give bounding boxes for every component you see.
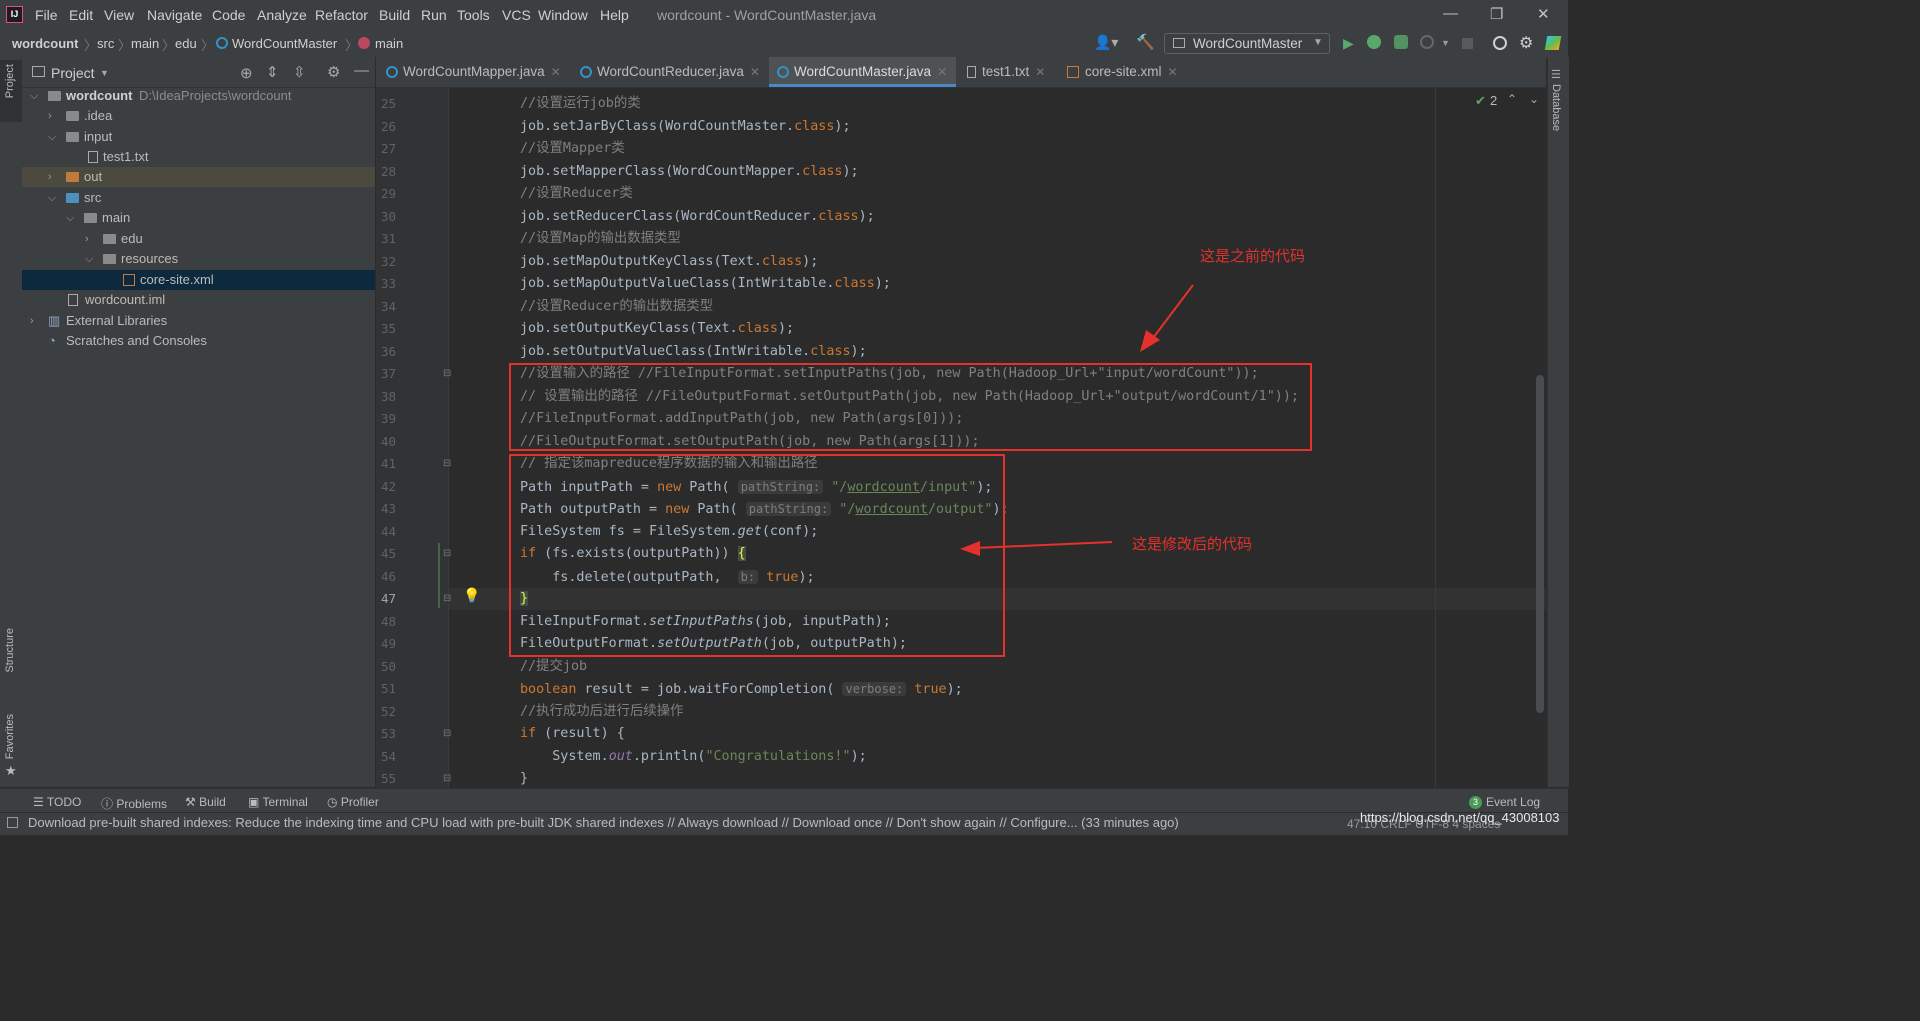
annotation-arrows <box>960 284 1194 556</box>
todo-tool-button[interactable]: ☰ TODO <box>33 795 81 809</box>
arrow-to-previous-code <box>1149 284 1194 343</box>
arrow-to-modified-code <box>974 541 1113 549</box>
info-icon: ⓘ <box>101 797 117 811</box>
right-tool-strip <box>1547 57 1569 787</box>
hammer-icon: ⚒ <box>185 795 200 809</box>
profiler-icon: ◷ <box>327 795 341 809</box>
event-log-badge: 3 <box>1469 796 1482 809</box>
profiler-tool-button[interactable]: ◷ Profiler <box>327 795 379 809</box>
list-icon: ☰ <box>33 795 47 809</box>
bottom-tool-strip <box>0 788 1568 813</box>
watermark-url: https://blog.csdn.net/qq_43008103 <box>1360 810 1560 825</box>
database-icon: ☰ <box>1551 69 1561 81</box>
terminal-tool-button[interactable]: ▣ Terminal <box>248 795 308 809</box>
status-message[interactable]: Download pre-built shared indexes: Reduc… <box>28 815 1179 830</box>
terminal-icon: ▣ <box>248 795 263 809</box>
arrow-head-icon <box>960 541 980 556</box>
build-tool-button[interactable]: ⚒ Build <box>185 795 226 809</box>
build-label: Build <box>199 795 226 809</box>
profiler-label: Profiler <box>340 795 379 809</box>
terminal-label: Terminal <box>262 795 308 809</box>
database-tool-tab[interactable]: Database <box>1550 84 1562 131</box>
todo-label: TODO <box>46 795 82 809</box>
problems-tool-button[interactable]: ⓘ Problems <box>101 795 167 812</box>
event-log-tool-button[interactable]: Event Log <box>1486 795 1540 809</box>
status-toggle-icon[interactable] <box>7 817 18 828</box>
problems-label: Problems <box>116 797 168 811</box>
